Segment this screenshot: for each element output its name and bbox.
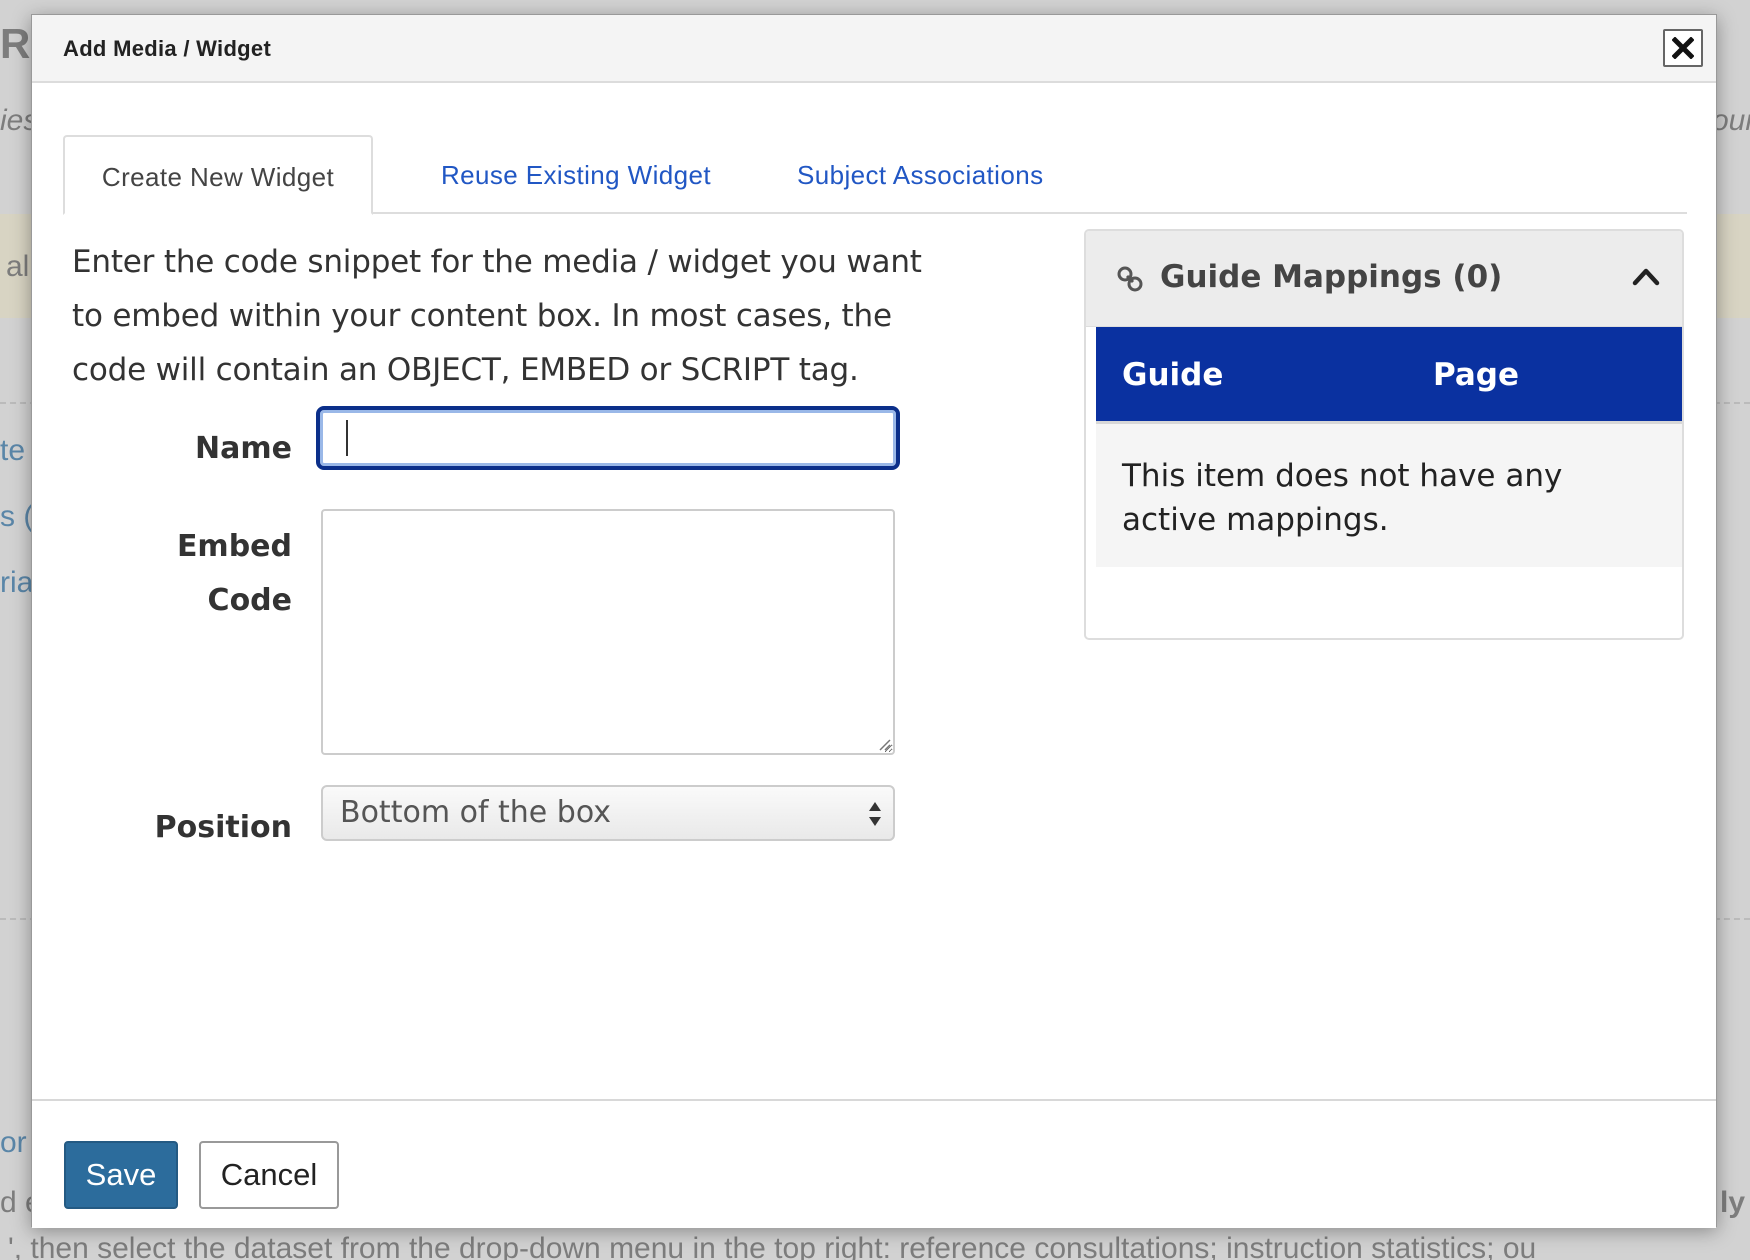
background-link-fragment: or (0, 1126, 27, 1159)
column-header-page: Page (1433, 357, 1520, 393)
name-input[interactable] (316, 406, 900, 470)
empty-mappings-message: This item does not have any active mappi… (1096, 424, 1682, 567)
embed-code-textarea[interactable] (321, 509, 895, 755)
position-label: Position (154, 810, 292, 845)
guide-mappings-panel: Guide Mappings (0) Guide Page This item … (1084, 229, 1684, 640)
background-link-fragment: ria (0, 566, 34, 599)
text-cursor (346, 420, 348, 456)
dialog-title: Add Media / Widget (63, 36, 272, 61)
column-header-guide: Guide (1122, 357, 1224, 393)
embed-code-label-line2: Code (207, 583, 292, 618)
instructions-text: Enter the code snippet for the media / w… (72, 244, 922, 388)
position-select[interactable]: Bottom of the box (321, 785, 895, 841)
add-media-widget-dialog: Add Media / Widget Create New Widget Reu… (31, 14, 1717, 1228)
tab-reuse-existing-widget[interactable]: Reuse Existing Widget (441, 135, 711, 215)
background-heading-fragment: R (0, 20, 31, 67)
background-text-fragment: al (6, 250, 30, 283)
dialog-header: Add Media / Widget (32, 15, 1716, 83)
guide-mappings-table: Guide Page This item does not have any a… (1096, 327, 1682, 567)
close-button[interactable] (1663, 29, 1703, 67)
close-icon (1672, 37, 1694, 59)
background-text-fragment: ly (1720, 1186, 1746, 1219)
cancel-button[interactable]: Cancel (199, 1141, 339, 1209)
dialog-footer: Save Cancel (32, 1099, 1716, 1228)
position-selected-value: Bottom of the box (340, 795, 612, 830)
background-bottom-text: ', then select the dataset from the drop… (8, 1232, 1537, 1260)
link-icon (1117, 266, 1143, 292)
guide-mappings-header[interactable]: Guide Mappings (0) (1086, 231, 1682, 327)
tab-create-new-widget[interactable]: Create New Widget (63, 135, 373, 215)
save-button[interactable]: Save (64, 1141, 178, 1209)
tab-subject-associations[interactable]: Subject Associations (797, 135, 1043, 215)
name-label: Name (195, 431, 292, 466)
background-link-fragment: s ( (0, 500, 34, 533)
tab-bar: Create New Widget Reuse Existing Widget … (63, 119, 1687, 215)
guide-mappings-title: Guide Mappings (0) (1160, 259, 1503, 295)
resize-handle-icon[interactable] (877, 737, 891, 751)
table-header: Guide Page (1096, 327, 1682, 424)
embed-code-label-line1: Embed (176, 529, 292, 564)
select-arrows-icon (869, 802, 881, 826)
chevron-up-icon[interactable] (1632, 265, 1660, 287)
background-link-fragment: te (0, 434, 26, 467)
background-text-fragment: our (1712, 104, 1750, 137)
